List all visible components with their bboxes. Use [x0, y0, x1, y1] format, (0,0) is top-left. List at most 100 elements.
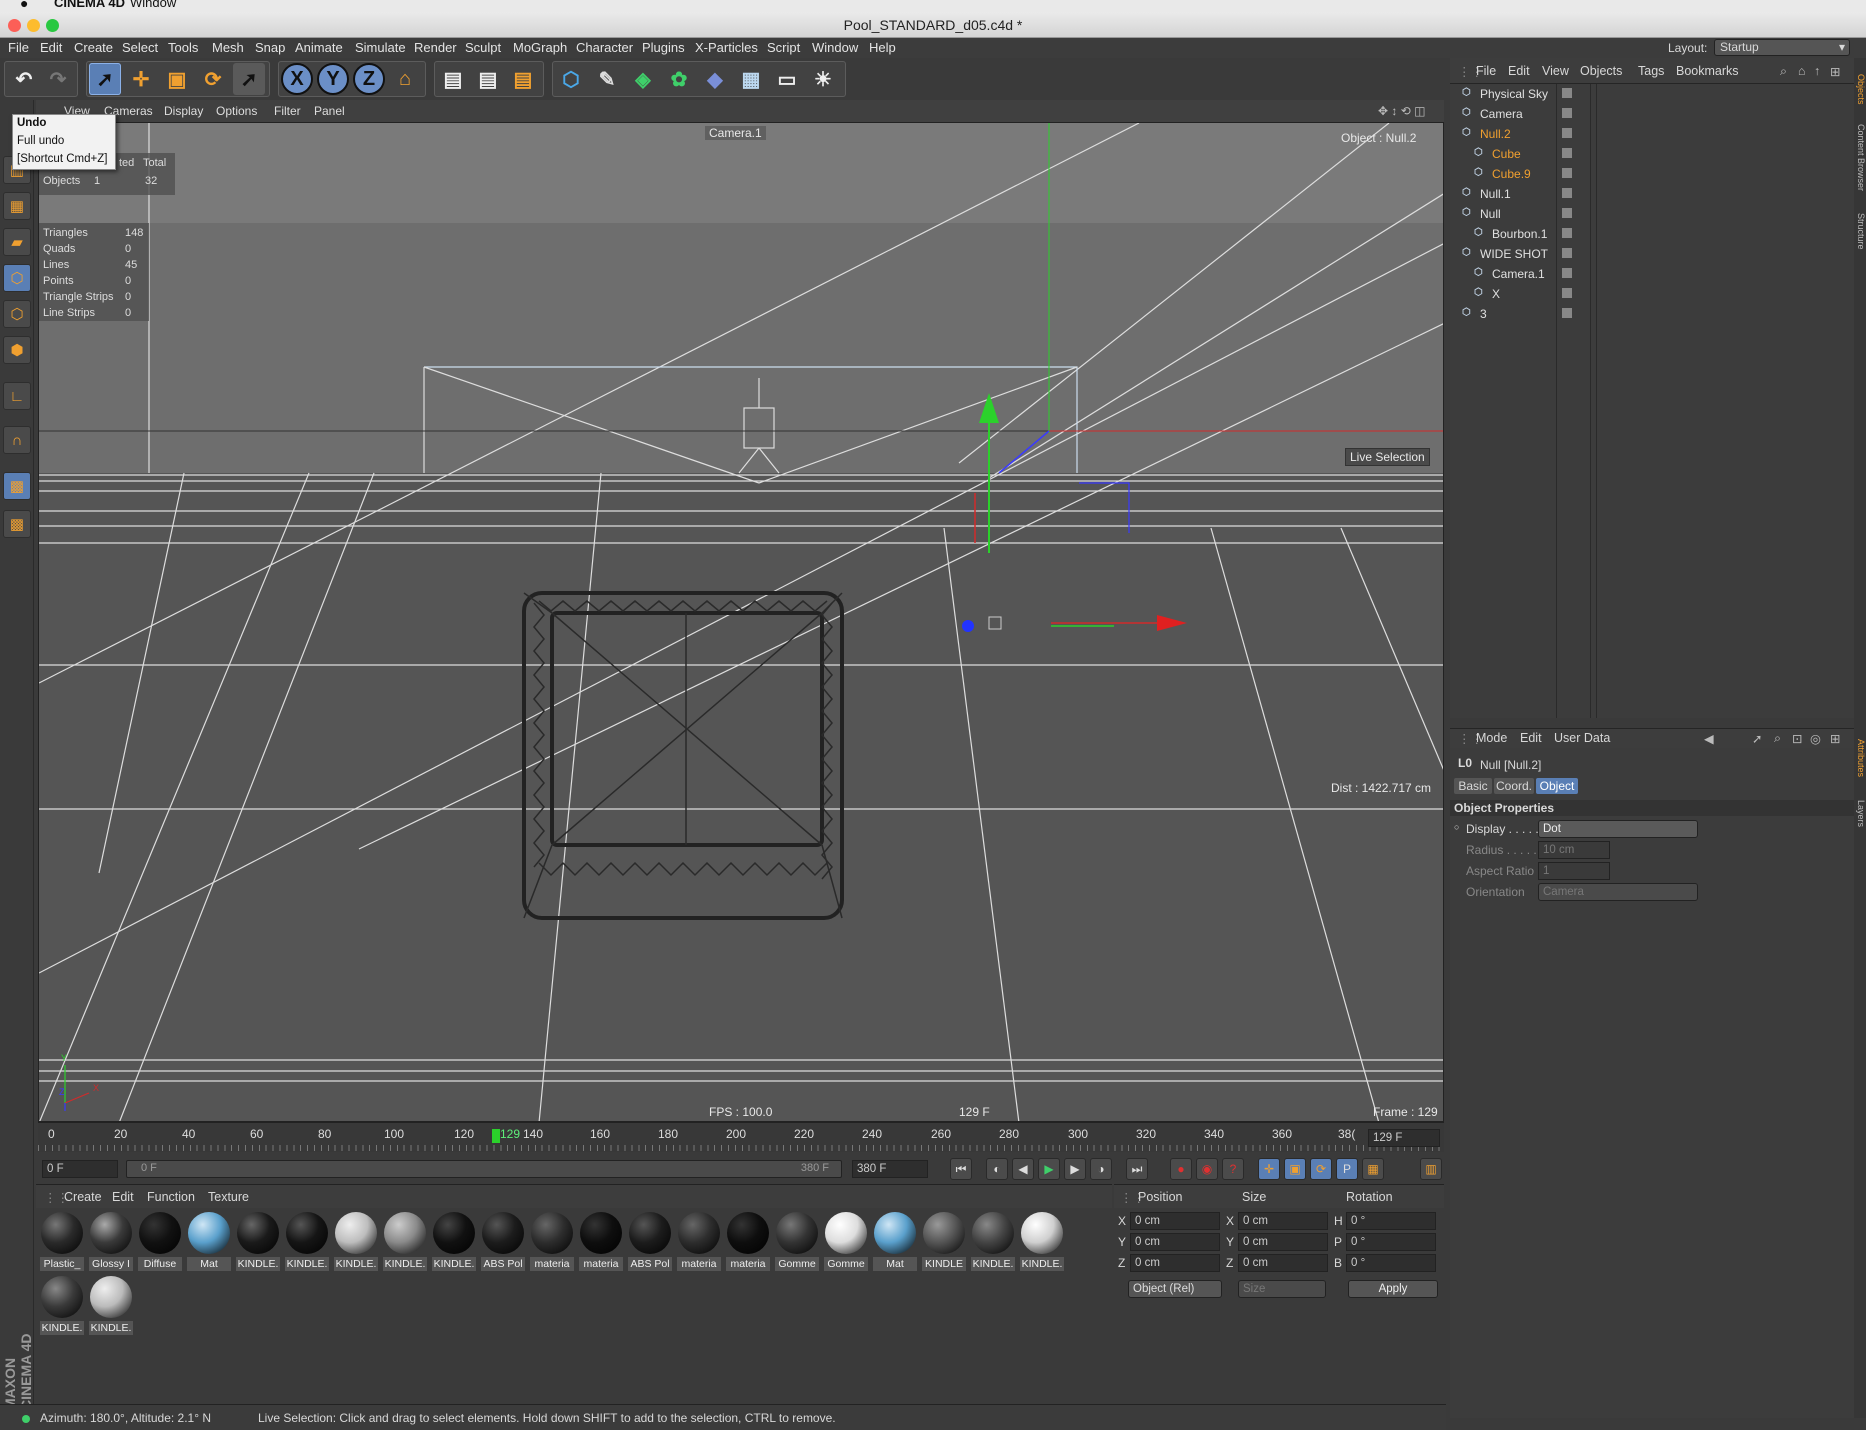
coordinate-system-icon[interactable]: ⌂ [389, 63, 421, 95]
record-rotation-icon[interactable]: ⟳ [1310, 1158, 1332, 1180]
next-frame-icon[interactable]: ▶ [1064, 1158, 1086, 1180]
material-swatch[interactable]: KINDLE. [285, 1212, 329, 1274]
3d-viewport[interactable]: ted Total Objects 1 32 Triangles 148 Qua… [38, 122, 1444, 1122]
light-bulb-icon[interactable]: ☀ [807, 63, 839, 95]
material-swatch[interactable]: Diffuse [138, 1212, 182, 1274]
tab-basic[interactable]: Basic [1454, 778, 1492, 794]
object-row[interactable]: ⬡ Null.1 [1450, 184, 1854, 204]
menu-edit[interactable]: Edit [40, 40, 62, 55]
material-menu-create[interactable]: Create [64, 1190, 102, 1204]
object-mode-icon[interactable]: ⬡ [3, 300, 31, 328]
visibility-toggle-icon[interactable] [1562, 148, 1572, 158]
material-swatch[interactable]: Gomme [775, 1212, 819, 1274]
undo-icon[interactable]: ↶ [8, 63, 40, 95]
tab-object[interactable]: Object [1536, 778, 1578, 794]
material-swatch[interactable]: KINDLE. [236, 1212, 280, 1274]
y-axis-lock-button[interactable]: Y [317, 63, 349, 95]
home-icon[interactable]: ⌂ [1798, 64, 1806, 78]
texture-mode-icon[interactable]: ▦ [3, 192, 31, 220]
visibility-toggle-icon[interactable] [1562, 248, 1572, 258]
render-picture-viewer-icon[interactable]: ▤ [472, 63, 504, 95]
viewport-menu-panel[interactable]: Panel [314, 104, 345, 118]
coordinate-mode-dropdown[interactable]: Object (Rel) [1128, 1280, 1222, 1298]
up-arrow-icon[interactable]: ↑ [1814, 64, 1820, 78]
locked-workplane-icon[interactable]: ▩ [3, 510, 31, 538]
layout-dropdown[interactable]: Startup ▾ [1714, 39, 1850, 56]
material-swatch[interactable]: Plastic_ [40, 1212, 84, 1274]
back-arrow-icon[interactable]: ◀ [1704, 731, 1714, 746]
side-tab-objects[interactable]: Objects [1854, 64, 1866, 114]
mac-menu-window[interactable]: Window [130, 0, 176, 10]
objects-menu-objects[interactable]: Objects [1580, 64, 1622, 78]
display-dropdown[interactable]: Dot [1538, 820, 1698, 838]
autokey-icon[interactable]: ◉ [1196, 1158, 1218, 1180]
go-to-start-icon[interactable]: ⏮ [950, 1158, 972, 1180]
minimize-window-button[interactable] [27, 19, 40, 32]
object-row[interactable]: ⬡ Physical Sky [1450, 84, 1854, 104]
menu-mesh[interactable]: Mesh [212, 40, 244, 55]
zoom-window-button[interactable] [46, 19, 59, 32]
recent-tool-icon[interactable]: ➚ [233, 63, 265, 95]
material-swatch[interactable]: Mat [187, 1212, 231, 1274]
scale-icon[interactable]: ▣ [161, 63, 193, 95]
cube-primitive-icon[interactable]: ⬡ [555, 63, 587, 95]
object-row[interactable]: ⬡ Null [1450, 204, 1854, 224]
start-frame-field[interactable]: 0 F [42, 1160, 118, 1178]
menu-snap[interactable]: Snap [255, 40, 285, 55]
menu-window[interactable]: Window [812, 40, 858, 55]
live-selection-hud[interactable]: Live Selection [1345, 448, 1430, 466]
menu-simulate[interactable]: Simulate [355, 40, 406, 55]
menu-help[interactable]: Help [869, 40, 896, 55]
side-tab-layers[interactable]: Layers [1854, 794, 1866, 834]
menu-character[interactable]: Character [576, 40, 633, 55]
render-settings-icon[interactable]: ▤ [507, 63, 539, 95]
position-x-field[interactable]: 0 cm [1130, 1212, 1220, 1230]
side-tab-content-browser[interactable]: Content Browser [1854, 118, 1866, 198]
viewport-menu-options[interactable]: Options [216, 104, 257, 118]
menu-tools[interactable]: Tools [168, 40, 198, 55]
tab-coord[interactable]: Coord. [1494, 778, 1534, 794]
move-icon[interactable]: ✛ [125, 63, 157, 95]
visibility-toggle-icon[interactable] [1562, 188, 1572, 198]
object-row[interactable]: ⬡ Cube [1450, 144, 1854, 164]
search-icon[interactable]: ⌕ [1780, 64, 1787, 79]
material-swatch[interactable]: materia [726, 1212, 770, 1274]
size-z-field[interactable]: 0 cm [1238, 1254, 1328, 1272]
previous-key-icon[interactable]: ◐ [986, 1158, 1008, 1180]
menu-render[interactable]: Render [414, 40, 457, 55]
apple-icon[interactable]: ● [20, 0, 28, 11]
visibility-toggle-icon[interactable] [1562, 128, 1572, 138]
object-row[interactable]: ⬡ Null.2 [1450, 124, 1854, 144]
radius-field[interactable]: 10 cm [1538, 841, 1610, 859]
material-swatch[interactable]: KINDLE. [971, 1212, 1015, 1274]
menu-mograph[interactable]: MoGraph [513, 40, 567, 55]
z-axis-lock-button[interactable]: Z [353, 63, 385, 95]
material-swatch[interactable]: KINDLE. [40, 1276, 84, 1338]
size-y-field[interactable]: 0 cm [1238, 1233, 1328, 1251]
timeline-ruler[interactable]: 0 20 40 60 80 100 120 140 160 180 200 22… [38, 1122, 1444, 1152]
viewport-menu-display[interactable]: Display [164, 104, 203, 118]
new-window-icon[interactable]: ⊞ [1830, 64, 1840, 79]
new-window-icon[interactable]: ⊞ [1830, 731, 1840, 746]
close-window-button[interactable] [8, 19, 21, 32]
apply-button[interactable]: Apply [1348, 1280, 1438, 1298]
objects-menu-tags[interactable]: Tags [1638, 64, 1664, 78]
material-swatch[interactable]: materia [530, 1212, 574, 1274]
camera-icon[interactable]: ▭ [771, 63, 803, 95]
visibility-toggle-icon[interactable] [1562, 168, 1572, 178]
go-to-end-icon[interactable]: ⏭ [1126, 1158, 1148, 1180]
objects-menu-edit[interactable]: Edit [1508, 64, 1530, 78]
model-mode-icon[interactable]: ⬡ [3, 264, 31, 292]
menu-select[interactable]: Select [122, 40, 158, 55]
pointer-icon[interactable]: ➚ [1752, 731, 1762, 746]
material-swatch[interactable]: KINDLE. [334, 1212, 378, 1274]
object-row[interactable]: ⬡ Bourbon.1 [1450, 224, 1854, 244]
material-swatch[interactable]: Glossy I [89, 1212, 133, 1274]
menu-x-particles[interactable]: X-Particles [695, 40, 758, 55]
visibility-toggle-icon[interactable] [1562, 288, 1572, 298]
orientation-dropdown[interactable]: Camera [1538, 883, 1698, 901]
material-swatch[interactable]: ABS Pol [481, 1212, 525, 1274]
play-icon[interactable]: ▶ [1038, 1158, 1060, 1180]
material-swatch[interactable]: KINDLE. [383, 1212, 427, 1274]
attr-menu-edit[interactable]: Edit [1520, 731, 1542, 745]
